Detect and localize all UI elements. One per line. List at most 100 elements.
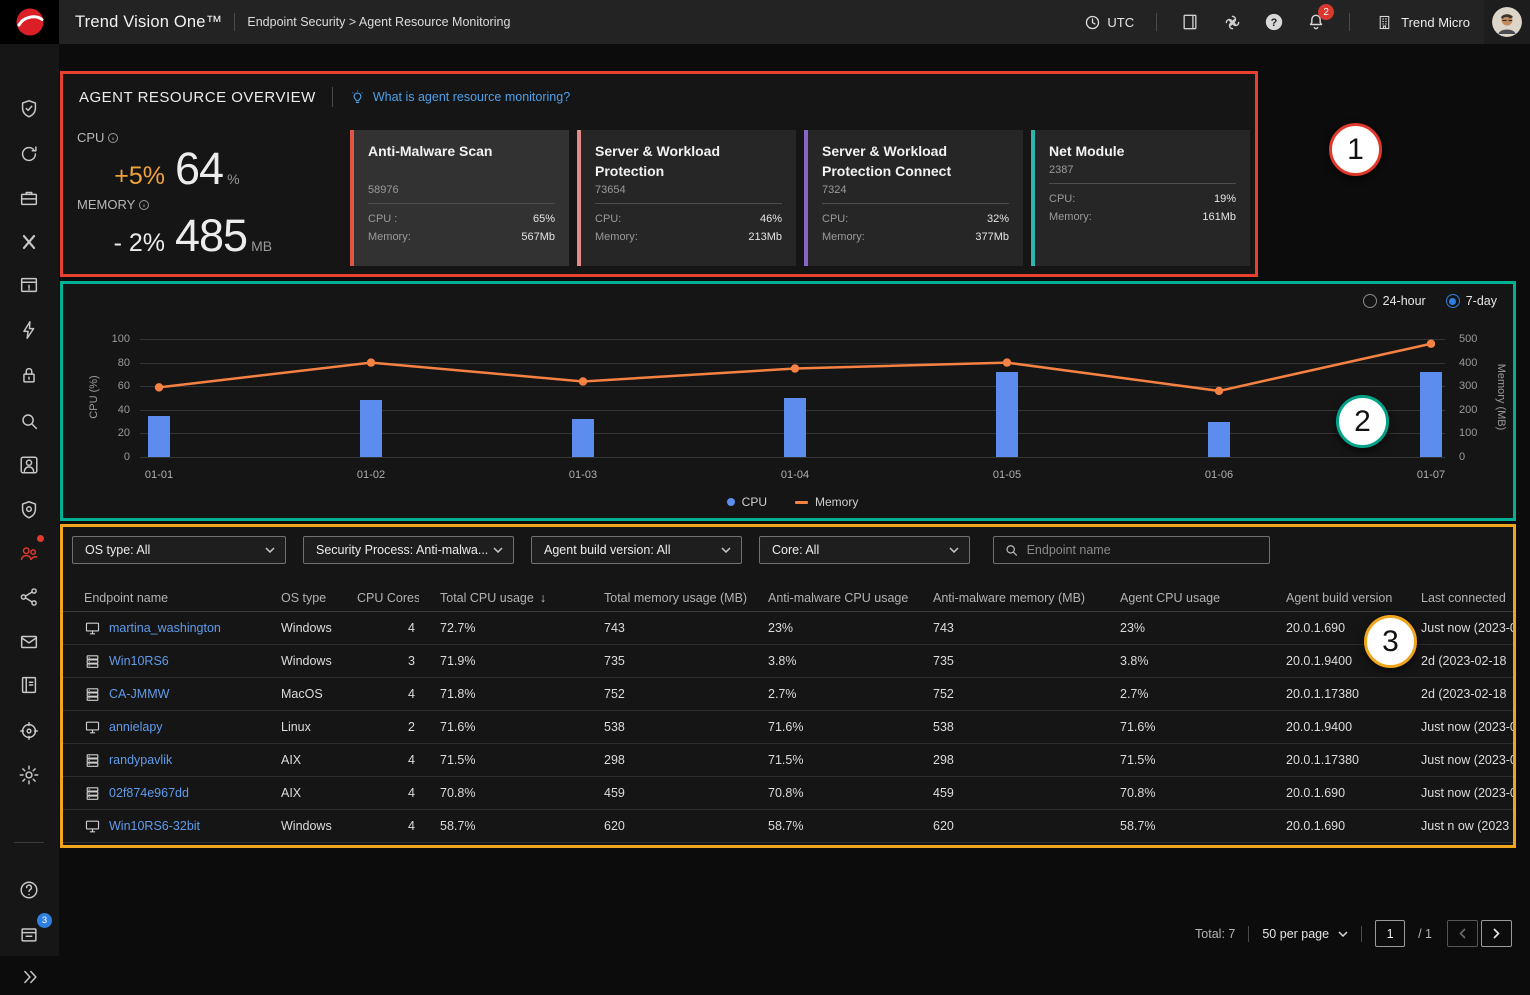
endpoint-search[interactable]	[993, 536, 1270, 564]
avatar	[1492, 7, 1522, 37]
mail-icon	[18, 631, 40, 653]
per-page-label: 50 per page	[1262, 927, 1329, 941]
card-cpu-label: CPU:	[1049, 190, 1075, 208]
column-header-last-connected[interactable]: Last connected	[1421, 591, 1513, 605]
sidebar-item-shield-gear[interactable]	[11, 492, 47, 528]
am-cpu-cell: 70.8%	[768, 786, 933, 800]
sidebar-item-lightning[interactable]	[11, 312, 47, 348]
account-menu[interactable]	[1484, 0, 1530, 44]
sidebar-item-gear[interactable]	[11, 757, 47, 793]
endpoint-name-cell: CA-JMMW	[84, 686, 281, 703]
memory-point-01-02	[367, 358, 375, 366]
endpoint-link[interactable]: Win10RS6	[109, 654, 169, 668]
what-is-agent-resource-monitoring-link[interactable]: What is agent resource monitoring?	[349, 89, 570, 106]
filter-core[interactable]: Core: All	[759, 536, 970, 564]
endpoint-link[interactable]: martina_washington	[109, 621, 221, 635]
filter-agent-build-version[interactable]: Agent build version: All	[531, 536, 742, 564]
radio-7-day[interactable]: 7-day	[1446, 294, 1497, 308]
am-cpu-cell: 2.7%	[768, 687, 933, 701]
endpoint-link[interactable]: annielapy	[109, 720, 163, 734]
os-cell: Windows	[281, 621, 357, 635]
column-header-os-type[interactable]: OS type	[281, 591, 357, 605]
page-input[interactable]: 1	[1375, 920, 1405, 947]
filter-security-process[interactable]: Security Process: Anti-malwa...	[303, 536, 514, 564]
column-header-anti-malware-memory-mb-[interactable]: Anti-malware memory (MB)	[933, 591, 1120, 605]
card-memory-row: Memory:567Mb	[368, 228, 555, 246]
sidebar-item-users[interactable]	[11, 535, 47, 571]
trend-micro-ball-icon	[15, 7, 45, 37]
search-input[interactable]	[1027, 543, 1259, 557]
am-mem-cell: 735	[933, 654, 1120, 668]
table-row: randypavlikAIX471.5%29871.5%29871.5%20.0…	[63, 744, 1513, 777]
legend-memory[interactable]: Memory	[795, 495, 858, 509]
per-page-selector[interactable]: 50 per page	[1262, 927, 1348, 941]
sidebar-item-lock[interactable]	[11, 357, 47, 393]
card-title: Anti-Malware Scan	[368, 142, 555, 184]
sidebar-item-xdr-x[interactable]	[11, 224, 47, 260]
search-icon	[18, 410, 40, 432]
sidebar-item-target[interactable]	[11, 713, 47, 749]
cores-cell: 4	[357, 819, 419, 833]
annotation-circle-2: 2	[1336, 395, 1389, 448]
sidebar-item-shield-check[interactable]	[11, 91, 47, 127]
sidebar-item-agent-person[interactable]	[11, 447, 47, 483]
sidebar-item-briefcase[interactable]	[11, 180, 47, 216]
endpoint-link[interactable]: 02f874e967dd	[109, 786, 189, 800]
timezone-label: UTC	[1107, 15, 1134, 30]
sidebar-item-risk-refresh[interactable]	[11, 136, 47, 172]
endpoint-link[interactable]: CA-JMMW	[109, 687, 169, 701]
radio-24-hour[interactable]: 24-hour	[1363, 294, 1426, 308]
tenant-name: Trend Micro	[1401, 15, 1470, 30]
card-cpu-label: CPU:	[822, 210, 848, 228]
resource-card[interactable]: Server & Workload Protection Connect7324…	[804, 130, 1023, 266]
sidebar-item-collapse-chevrons[interactable]	[11, 959, 47, 995]
resource-card[interactable]: Net Module2387CPU:19%Memory:161Mb	[1031, 130, 1250, 266]
filter-os-type[interactable]: OS type: All	[72, 536, 286, 564]
endpoint-link[interactable]: Win10RS6-32bit	[109, 819, 200, 833]
os-cell: Windows	[281, 819, 357, 833]
memory-point-01-03	[579, 377, 587, 385]
sort-descending-icon: ↓	[540, 591, 546, 605]
integrations-button[interactable]	[1211, 0, 1253, 44]
column-header-total-memory-usage-mb-[interactable]: Total memory usage (MB)	[604, 591, 768, 605]
sidebar-item-package-badge[interactable]: 3	[11, 916, 47, 952]
sidebar-item-help[interactable]	[11, 872, 47, 908]
column-header-agent-build-version[interactable]: Agent build version	[1286, 591, 1421, 605]
cores-cell: 4	[357, 687, 419, 701]
share-network-icon	[18, 586, 40, 608]
trend-micro-logo[interactable]	[0, 0, 59, 44]
column-header-cpu-cores[interactable]: CPU Cores	[357, 591, 419, 605]
table-row: annielapyLinux271.6%53871.6%53871.6%20.0…	[63, 711, 1513, 744]
sidebar-item-share-network[interactable]	[11, 579, 47, 615]
resource-card[interactable]: Server & Workload Protection73654CPU:46%…	[577, 130, 796, 266]
info-icon	[107, 132, 119, 144]
notifications-button[interactable]: 2	[1295, 0, 1337, 44]
tenant-selector[interactable]: Trend Micro	[1362, 14, 1484, 31]
resource-card[interactable]: Anti-Malware Scan58976CPU :65%Memory:567…	[350, 130, 569, 266]
column-header-total-cpu-usage[interactable]: Total CPU usage↓	[440, 591, 604, 605]
next-page-button[interactable]	[1481, 920, 1512, 947]
pager-buttons	[1447, 920, 1512, 947]
prev-page-button[interactable]	[1447, 920, 1478, 947]
column-header-anti-malware-cpu-usage[interactable]: Anti-malware CPU usage	[768, 591, 933, 605]
memory-point-01-07	[1427, 340, 1435, 348]
card-cpu-value: 46%	[760, 210, 782, 228]
os-cell: Windows	[281, 654, 357, 668]
column-header-agent-cpu-usage[interactable]: Agent CPU usage	[1120, 591, 1286, 605]
total-cpu-cell: 58.7%	[440, 819, 604, 833]
sidebar-item-search[interactable]	[11, 403, 47, 439]
help-button[interactable]: ?	[1253, 0, 1295, 44]
am-mem-cell: 752	[933, 687, 1120, 701]
filter-os-type-label: OS type: All	[85, 543, 150, 557]
sidebar-item-mail[interactable]	[11, 624, 47, 660]
last-cell: Just now (2023-0	[1421, 753, 1513, 767]
console-guide-button[interactable]	[1169, 0, 1211, 44]
column-header-endpoint-name[interactable]: Endpoint name	[84, 591, 281, 605]
sidebar-item-window-alert[interactable]	[11, 267, 47, 303]
endpoint-link[interactable]: randypavlik	[109, 753, 172, 767]
annotation-circle-3: 3	[1364, 615, 1417, 668]
timezone-selector[interactable]: UTC	[1074, 14, 1144, 31]
agent-cpu-cell: 71.5%	[1120, 753, 1286, 767]
sidebar-item-report-book[interactable]	[11, 667, 47, 703]
legend-cpu[interactable]: CPU	[727, 495, 767, 509]
